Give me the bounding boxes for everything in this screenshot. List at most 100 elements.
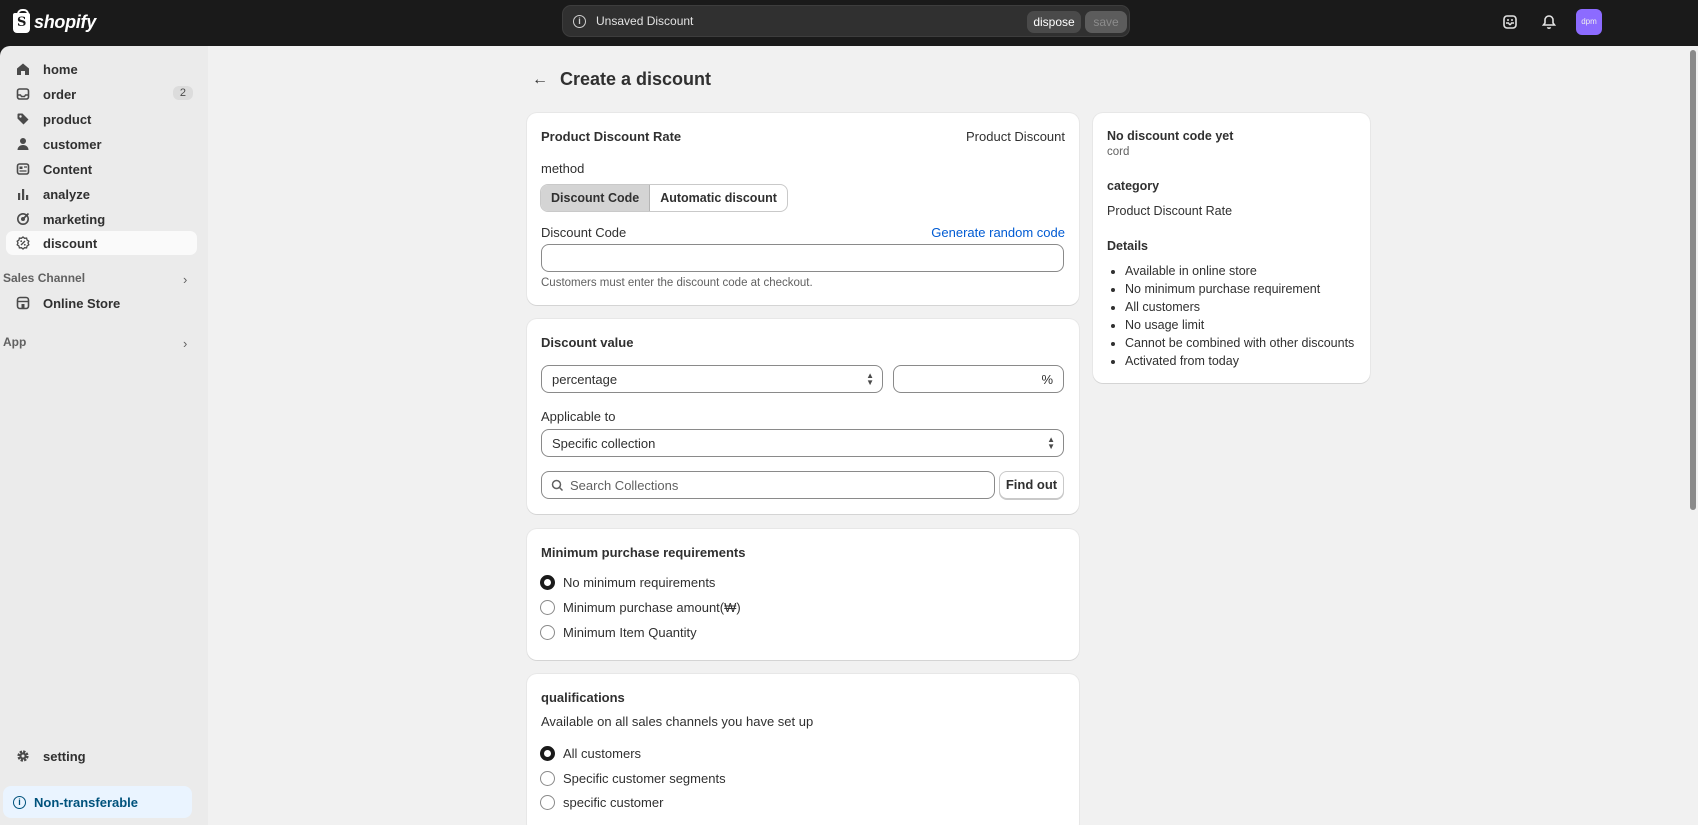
radio-button[interactable] [540, 600, 555, 615]
non-transferable-label: Non-transferable [34, 794, 139, 810]
bell-icon[interactable] [1540, 13, 1558, 31]
qual-option-specific[interactable]: specific customer [540, 795, 663, 810]
min-option-quantity[interactable]: Minimum Item Quantity [540, 625, 697, 640]
save-button[interactable]: save [1085, 11, 1127, 33]
sidebar-item-analyze[interactable]: analyze [6, 182, 197, 206]
sidebar-item-online-store[interactable]: Online Store [6, 291, 197, 315]
dispose-button[interactable]: dispose [1027, 11, 1081, 33]
person-icon [15, 137, 31, 151]
sidebar-item-label: order [43, 86, 77, 102]
sidebar-item-product[interactable]: product [6, 107, 197, 131]
app-heading: App [3, 335, 27, 349]
chevron-right-icon[interactable]: › [183, 336, 187, 351]
sidebar-item-marketing[interactable]: marketing [6, 207, 197, 231]
radio-label: All customers [563, 746, 642, 761]
discount-code-label: Discount Code [541, 225, 627, 240]
qual-option-all[interactable]: All customers [540, 746, 641, 761]
list-item: No usage limit [1125, 316, 1354, 334]
value-type-selected: percentage [552, 372, 618, 387]
inbox-icon [15, 87, 31, 101]
list-item: All customers [1125, 298, 1354, 316]
radio-button[interactable] [540, 625, 555, 640]
sidebar-item-label: Online Store [43, 295, 121, 311]
page-title: Create a discount [560, 69, 712, 89]
method-toggle: Discount Code Automatic discount [540, 184, 788, 212]
content-icon [15, 162, 31, 176]
generate-random-code-link[interactable]: Generate random code [931, 225, 1065, 240]
list-item: Cannot be combined with other discounts [1125, 334, 1354, 352]
applicable-to-select[interactable]: Specific collection ▲ ▼ [541, 429, 1064, 457]
inbox-alert-icon[interactable] [1501, 13, 1519, 31]
shopify-logo[interactable]: shopify [13, 8, 96, 33]
value-type-select[interactable]: percentage ▲ ▼ [541, 365, 883, 393]
sidebar-item-order[interactable]: order 2 [6, 82, 197, 106]
tag-icon [15, 112, 31, 126]
method-automatic-option[interactable]: Automatic discount [650, 185, 787, 211]
qual-option-segments[interactable]: Specific customer segments [540, 771, 726, 786]
minimum-requirements-card: Minimum purchase requirements No minimum… [527, 529, 1079, 660]
unsaved-changes-bar: i Unsaved Discount dispose save [562, 5, 1130, 37]
discount-amount-input[interactable]: % [893, 365, 1064, 393]
chevron-right-icon[interactable]: › [183, 272, 187, 287]
search-icon [551, 479, 564, 495]
percent-suffix: % [1041, 372, 1053, 387]
sidebar-item-discount[interactable]: discount [6, 231, 197, 255]
summary-code-sub: cord [1107, 146, 1130, 158]
details-heading: Details [1107, 239, 1148, 253]
radio-label: Minimum purchase amount(₩) [563, 600, 741, 615]
card-title: Product Discount Rate [541, 129, 682, 144]
sidebar-item-customer[interactable]: customer [6, 132, 197, 156]
card-title: Discount value [541, 335, 634, 350]
sales-channel-heading: Sales Channel [3, 271, 86, 285]
non-transferable-banner[interactable]: i Non-transferable [3, 786, 192, 818]
home-icon [15, 62, 31, 76]
sidebar-item-label: product [43, 111, 92, 127]
min-option-none[interactable]: No minimum requirements [540, 575, 715, 590]
help-text: Customers must enter the discount code a… [541, 277, 813, 289]
sidebar-item-label: home [43, 61, 78, 77]
card-title: Minimum purchase requirements [541, 545, 746, 560]
radio-label: Specific customer segments [563, 771, 726, 786]
radio-button[interactable] [540, 795, 555, 810]
card-title: qualifications [541, 690, 625, 705]
discount-code-card: Product Discount Rate Product Discount m… [527, 113, 1079, 305]
back-arrow-icon[interactable]: ← [532, 71, 548, 89]
shopify-bag-icon [13, 8, 30, 33]
sidebar-item-home[interactable]: home [6, 57, 197, 81]
gear-icon [15, 749, 31, 763]
order-count-badge: 2 [172, 86, 193, 100]
category-value: Product Discount Rate [1107, 204, 1233, 218]
scrollbar[interactable] [1690, 50, 1696, 510]
avatar[interactable]: dpm [1576, 9, 1602, 35]
applicable-to-selected: Specific collection [552, 436, 656, 451]
radio-label: No minimum requirements [563, 575, 716, 590]
sidebar-item-label: Content [43, 161, 93, 177]
radio-button[interactable] [540, 575, 555, 590]
store-icon [15, 296, 31, 310]
select-arrows-icon: ▲ ▼ [1047, 435, 1055, 451]
discount-code-input[interactable] [541, 244, 1064, 272]
radio-button[interactable] [540, 746, 555, 761]
discount-icon [15, 236, 31, 250]
sidebar-item-label: analyze [43, 186, 90, 202]
top-bar: shopify i Unsaved Discount dispose save … [0, 0, 1698, 46]
sidebar-item-setting[interactable]: setting [6, 744, 197, 768]
target-icon [15, 212, 31, 226]
qualifications-card: qualifications Available on all sales ch… [527, 674, 1079, 825]
qualifications-subtitle: Available on all sales channels you have… [541, 714, 814, 729]
info-icon: i [13, 795, 26, 809]
radio-label: specific customer [563, 795, 664, 810]
radio-button[interactable] [540, 771, 555, 786]
min-option-amount[interactable]: Minimum purchase amount(₩) [540, 600, 741, 615]
find-out-button[interactable]: Find out [999, 471, 1064, 499]
unsaved-label: Unsaved Discount [596, 14, 694, 28]
sidebar-item-content[interactable]: Content [6, 157, 197, 181]
search-collections-input[interactable]: Search Collections [541, 471, 995, 499]
summary-code-title: No discount code yet [1107, 129, 1234, 143]
category-heading: category [1107, 179, 1160, 193]
select-arrows-icon: ▲ ▼ [866, 371, 874, 387]
search-placeholder: Search Collections [570, 478, 679, 493]
summary-card: No discount code yet cord category Produ… [1093, 113, 1370, 383]
brand-name: shopify [34, 12, 96, 32]
method-discount-code-option[interactable]: Discount Code [541, 185, 651, 211]
